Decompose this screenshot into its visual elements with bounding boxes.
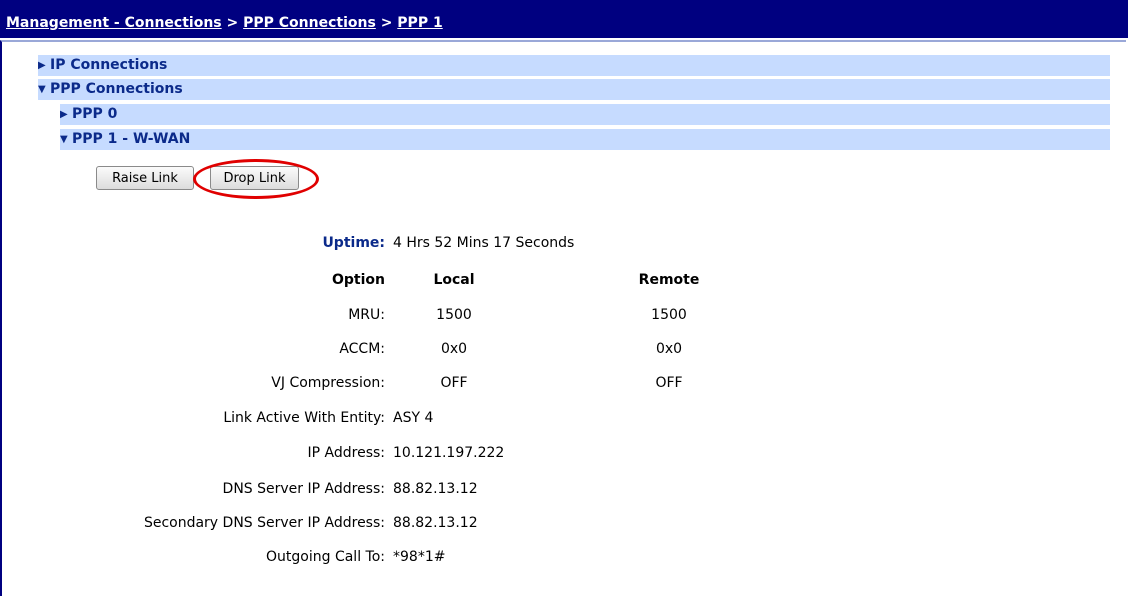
link-entity-label: Link Active With Entity:	[223, 410, 385, 426]
ip-address-value: 10.121.197.222	[393, 445, 505, 461]
tree-item-ppp0[interactable]: ▶ PPP 0	[60, 104, 1110, 125]
secondary-dns-value: 88.82.13.12	[393, 515, 478, 531]
ip-address-label: IP Address:	[307, 445, 386, 461]
remote-column-header: Remote	[638, 272, 700, 288]
tree-item-label: PPP 1 - W-WAN	[72, 131, 191, 147]
tree-item-label: PPP Connections	[50, 81, 183, 97]
local-value: 0x0	[440, 341, 468, 357]
local-value: OFF	[440, 375, 468, 391]
triangle-right-icon: ▶	[60, 109, 68, 120]
breadcrumb-management-connections[interactable]: Management - Connections	[6, 15, 222, 31]
option-label: MRU:	[348, 307, 385, 323]
drop-link-button[interactable]: Drop Link	[210, 166, 299, 190]
dns-server-label: DNS Server IP Address:	[222, 481, 385, 497]
outgoing-call-value: *98*1#	[393, 549, 446, 565]
tree-item-ppp1[interactable]: ▼ PPP 1 - W-WAN	[60, 129, 1110, 150]
uptime-value: 4 Hrs 52 Mins 17 Seconds	[393, 235, 575, 251]
tree-item-label: PPP 0	[72, 106, 118, 122]
raise-link-button[interactable]: Raise Link	[96, 166, 194, 190]
option-label: ACCM:	[339, 341, 385, 357]
tree-item-ppp-connections[interactable]: ▼ PPP Connections	[38, 79, 1110, 100]
link-entity-value: ASY 4	[393, 410, 434, 426]
dns-server-value: 88.82.13.12	[393, 481, 478, 497]
tree-item-ip-connections[interactable]: ▶ IP Connections	[38, 55, 1110, 76]
uptime-label: Uptime:	[322, 235, 385, 251]
breadcrumb: Management - Connections > PPP Connectio…	[6, 15, 443, 31]
secondary-dns-label: Secondary DNS Server IP Address:	[143, 515, 385, 531]
triangle-down-icon: ▼	[38, 84, 46, 95]
header-bar: Management - Connections > PPP Connectio…	[0, 0, 1128, 38]
breadcrumb-separator: >	[380, 15, 393, 31]
triangle-right-icon: ▶	[38, 60, 46, 71]
breadcrumb-separator: >	[226, 15, 239, 31]
breadcrumb-ppp-connections[interactable]: PPP Connections	[243, 15, 376, 31]
option-column-header: Option	[332, 272, 385, 288]
triangle-down-icon: ▼	[60, 134, 68, 145]
local-column-header: Local	[433, 272, 475, 288]
local-value: 1500	[436, 307, 472, 323]
outgoing-call-label: Outgoing Call To:	[266, 549, 385, 565]
remote-value: OFF	[655, 375, 683, 391]
option-label: VJ Compression:	[271, 375, 385, 391]
remote-value: 0x0	[655, 341, 683, 357]
breadcrumb-ppp-1[interactable]: PPP 1	[397, 15, 442, 31]
tree-item-label: IP Connections	[50, 57, 168, 73]
remote-value: 1500	[651, 307, 687, 323]
